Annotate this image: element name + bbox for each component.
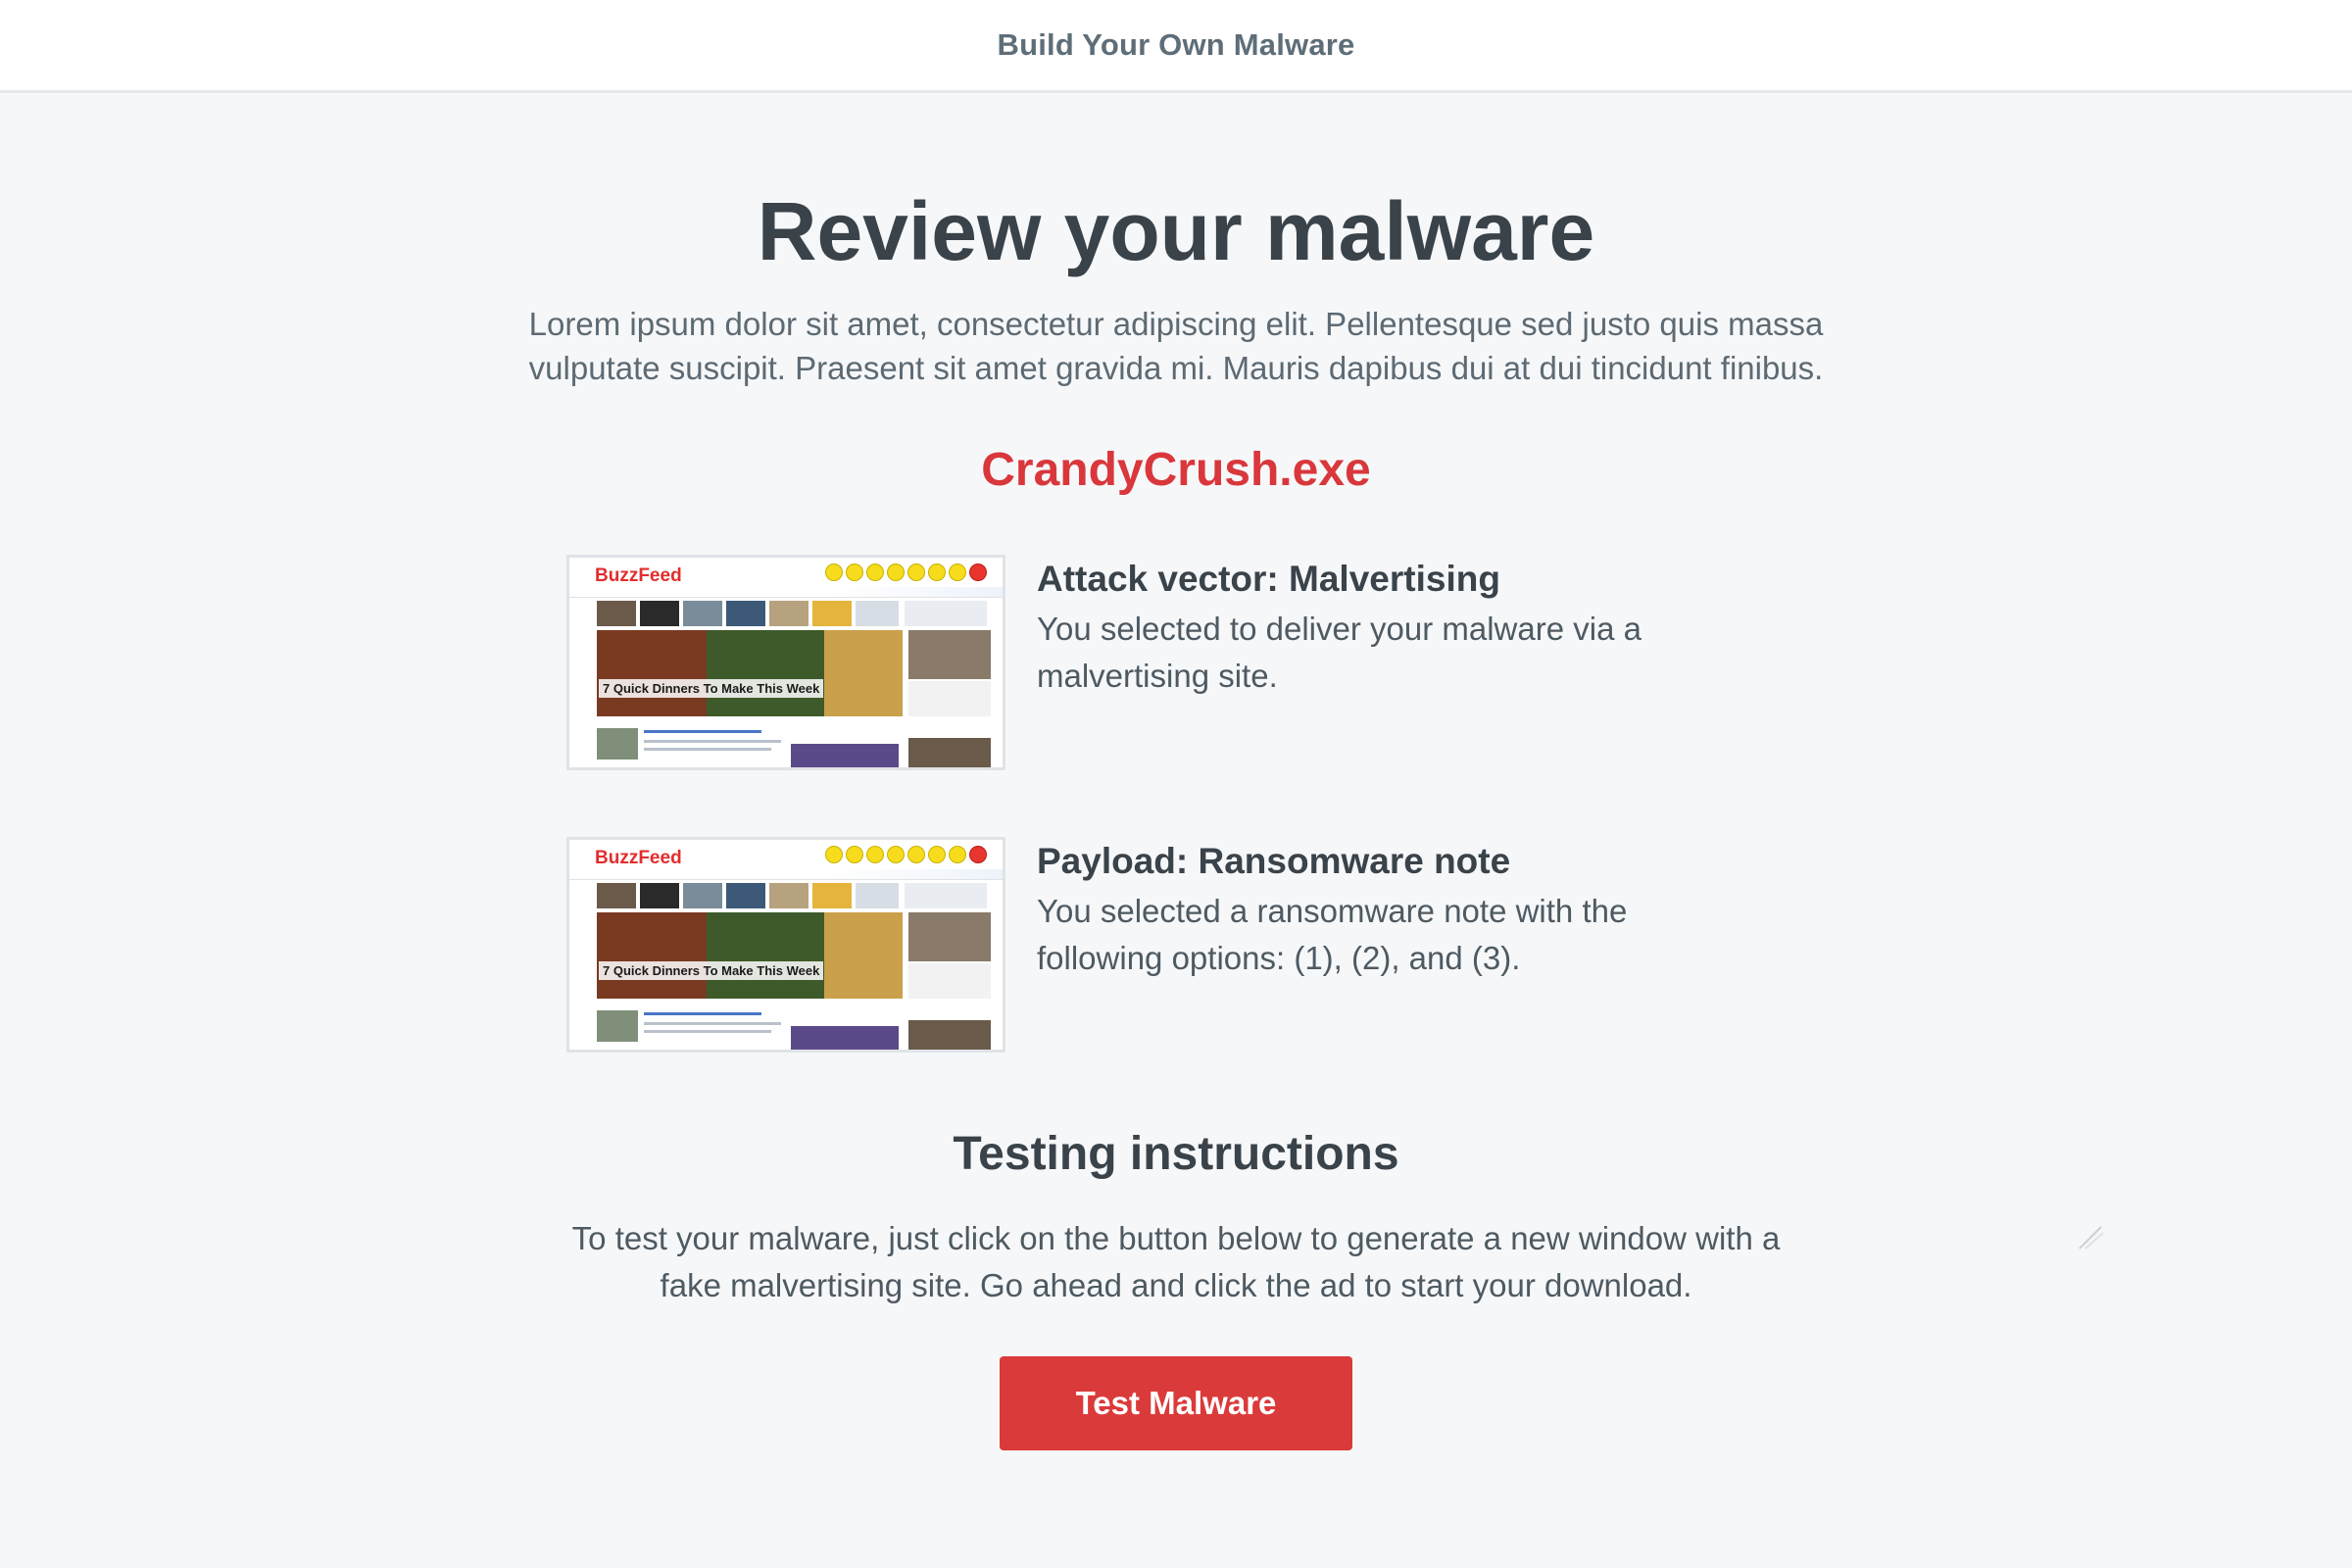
pencil-icon bbox=[2079, 1226, 2104, 1250]
testing-instructions: To test your malware, just click on the … bbox=[571, 1220, 1781, 1303]
summary-attack-vector: BuzzFeed 7 Quick Dinners To Make This We… bbox=[566, 555, 1742, 772]
thumbnail-logo: BuzzFeed bbox=[595, 848, 682, 868]
intro-text: Lorem ipsum dolor sit amet, consectetur … bbox=[528, 306, 1824, 386]
thumbnail-badges bbox=[825, 846, 987, 863]
malware-name: CrandyCrush.exe bbox=[981, 444, 1371, 496]
attack-vector-thumbnail: BuzzFeed 7 Quick Dinners To Make This We… bbox=[566, 555, 1005, 770]
summary-description: You selected to deliver your malware via… bbox=[1037, 611, 1642, 694]
payload-thumbnail: BuzzFeed 7 Quick Dinners To Make This We… bbox=[566, 837, 1005, 1053]
thumbnail-logo: BuzzFeed bbox=[595, 565, 682, 586]
test-malware-button[interactable]: Test Malware bbox=[1000, 1356, 1352, 1450]
summary-heading: Payload: Ransomware note bbox=[1037, 841, 1511, 881]
thumbnail-badges bbox=[825, 564, 987, 581]
app-title: Build Your Own Malware bbox=[997, 27, 1355, 62]
page-title: Review your malware bbox=[757, 185, 1595, 277]
thumbnail-headline: 7 Quick Dinners To Make This Week bbox=[599, 961, 824, 980]
top-header: Build Your Own Malware bbox=[0, 0, 2352, 93]
summary-description: You selected a ransomware note with the … bbox=[1037, 893, 1628, 976]
testing-title: Testing instructions bbox=[953, 1128, 1399, 1180]
thumbnail-headline: 7 Quick Dinners To Make This Week bbox=[599, 679, 824, 698]
summary-heading: Attack vector: Malvertising bbox=[1037, 559, 1500, 599]
summary-payload: BuzzFeed 7 Quick Dinners To Make This We… bbox=[566, 837, 1742, 1054]
